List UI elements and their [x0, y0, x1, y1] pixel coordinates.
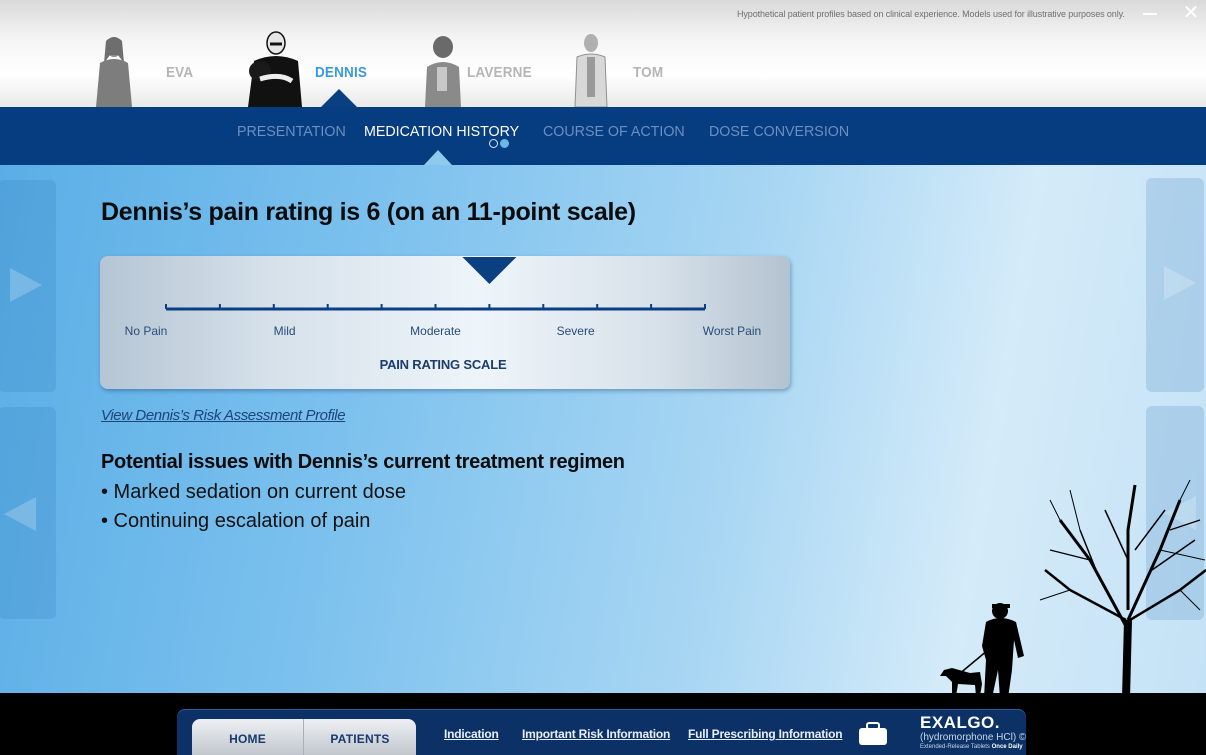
man-walking-dog-illustration — [940, 479, 1206, 699]
pain-scale-label: Severe — [556, 324, 595, 338]
issue-item: • Marked sedation on current dose — [101, 481, 406, 503]
brand-logo: EXALGO. (hydromorphone HCl) © Extended-R… — [920, 714, 1026, 752]
pain-scale-label: Worst Pain — [702, 324, 762, 338]
full-prescribing-info-link[interactable]: Full Prescribing Information — [688, 727, 843, 741]
pain-scale-label: No Pain — [124, 324, 168, 338]
dog-silhouette-icon — [940, 668, 982, 696]
pain-scale-label: Moderate — [410, 324, 461, 338]
arrow-left-icon — [4, 497, 36, 531]
issues-heading: Potential issues with Dennis’s current t… — [101, 451, 625, 473]
issue-item: • Continuing escalation of pain — [101, 510, 371, 532]
risk-assessment-link[interactable]: View Dennis’s Risk Assessment Profile — [101, 407, 346, 424]
brand-tagline: Extended-Release Tablets Once Daily — [920, 744, 1023, 750]
home-button[interactable]: HOME — [192, 719, 304, 755]
pain-scale-label: Mild — [273, 324, 296, 338]
pain-scale-graphic — [165, 257, 706, 311]
brand-name: EXALGO. — [920, 713, 1001, 732]
important-risk-info-link[interactable]: Important Risk Information — [522, 727, 670, 741]
pain-rating-pointer — [462, 257, 517, 284]
indication-link[interactable]: Indication — [444, 727, 499, 741]
brand-generic: (hydromorphone HCl) © — [920, 732, 1027, 743]
pain-scale-title: PAIN RATING SCALE — [379, 357, 507, 372]
patients-button[interactable]: PATIENTS — [304, 719, 416, 755]
prev-page-panel-left[interactable] — [0, 407, 56, 619]
tree-icon — [1039, 479, 1206, 699]
briefcase-icon[interactable] — [858, 722, 888, 746]
